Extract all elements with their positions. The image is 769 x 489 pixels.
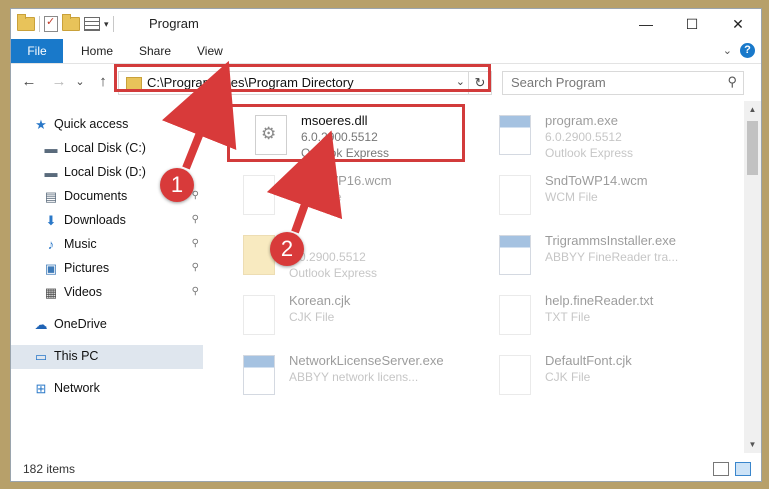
- step-marker-1: 1: [160, 168, 194, 202]
- step-marker-2: 2: [270, 232, 304, 266]
- annotation-arrows: [162, 60, 343, 234]
- arrow-to-file: [266, 130, 343, 234]
- arrow-to-address-bar: [162, 60, 237, 170]
